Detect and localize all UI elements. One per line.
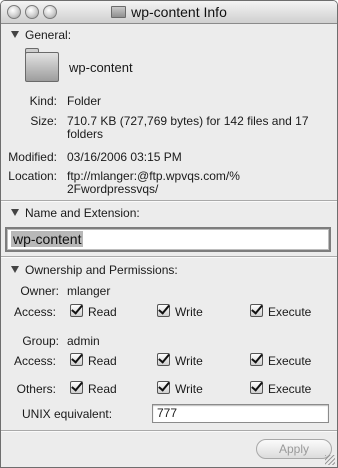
others-read-label: Read — [88, 382, 117, 396]
name-field-value: wp-content — [11, 231, 84, 247]
ownership-header: Ownership and Permissions: — [25, 263, 178, 277]
size-value-line1: 710.7 KB (727,769 bytes) for 142 files a… — [67, 114, 309, 128]
section-divider — [1, 200, 337, 202]
kind-value: Folder — [67, 94, 102, 108]
general-header: General: — [25, 28, 72, 42]
location-label: Location: — [8, 169, 57, 183]
disclosure-triangle-icon[interactable] — [11, 266, 19, 273]
large-folder-icon — [25, 52, 59, 82]
location-value-line1: ftp://mlanger:@ftp.wpvqs.com/% — [67, 169, 240, 183]
others-execute-checkbox[interactable] — [250, 381, 263, 394]
disclosure-triangle-icon[interactable] — [11, 31, 19, 38]
disclosure-triangle-icon[interactable] — [11, 209, 19, 216]
name-extension-section-toggle[interactable]: Name and Extension: — [11, 206, 140, 220]
general-section-toggle[interactable]: General: — [11, 28, 71, 42]
apply-button-label: Apply — [278, 442, 310, 456]
group-read-label: Read — [88, 354, 117, 368]
others-execute-label: Execute — [268, 382, 312, 396]
group-execute-label: Execute — [268, 354, 312, 368]
others-write-label: Write — [175, 382, 203, 396]
unix-equivalent-value: 777 — [157, 406, 178, 420]
section-divider — [1, 430, 337, 432]
unix-equivalent-label: UNIX equivalent: — [22, 407, 113, 421]
item-name: wp-content — [69, 60, 133, 75]
size-value-line2: folders — [67, 127, 104, 141]
apply-button[interactable]: Apply — [256, 439, 332, 459]
modified-value: 03/16/2006 03:15 PM — [67, 150, 182, 164]
owner-execute-checkbox[interactable] — [250, 304, 263, 317]
owner-value: mlanger — [67, 284, 111, 298]
owner-write-checkbox[interactable] — [157, 304, 170, 317]
folder-icon — [111, 6, 127, 18]
owner-read-checkbox[interactable] — [70, 304, 83, 317]
unix-equivalent-field[interactable]: 777 — [152, 404, 329, 423]
resize-grip-icon[interactable] — [325, 455, 335, 465]
ownership-section-toggle[interactable]: Ownership and Permissions: — [11, 263, 178, 277]
owner-read-label: Read — [88, 305, 117, 319]
title-bar: wp-content Info — [1, 1, 337, 24]
size-label: Size: — [30, 114, 57, 128]
others-label: Others: — [16, 382, 56, 396]
window-title-text: wp-content Info — [131, 4, 227, 20]
group-read-checkbox[interactable] — [70, 353, 83, 366]
name-field[interactable]: wp-content — [5, 227, 331, 252]
owner-label: Owner: — [20, 284, 59, 298]
group-write-label: Write — [175, 354, 203, 368]
others-read-checkbox[interactable] — [70, 381, 83, 394]
others-write-checkbox[interactable] — [157, 381, 170, 394]
window-title: wp-content Info — [1, 4, 337, 20]
owner-execute-label: Execute — [268, 305, 312, 319]
section-divider — [1, 256, 337, 258]
name-extension-header: Name and Extension: — [25, 206, 140, 220]
modified-label: Modified: — [8, 150, 57, 164]
group-write-checkbox[interactable] — [157, 353, 170, 366]
kind-label: Kind: — [29, 94, 57, 108]
group-access-label: Access: — [13, 354, 56, 368]
location-value-line2: 2Fwordpressvqs/ — [67, 182, 159, 196]
owner-access-label: Access: — [13, 305, 56, 319]
info-window: wp-content Info General: wp-content Kind… — [0, 0, 338, 468]
group-value: admin — [67, 334, 100, 348]
group-label: Group: — [22, 334, 59, 348]
owner-write-label: Write — [175, 305, 203, 319]
group-execute-checkbox[interactable] — [250, 353, 263, 366]
